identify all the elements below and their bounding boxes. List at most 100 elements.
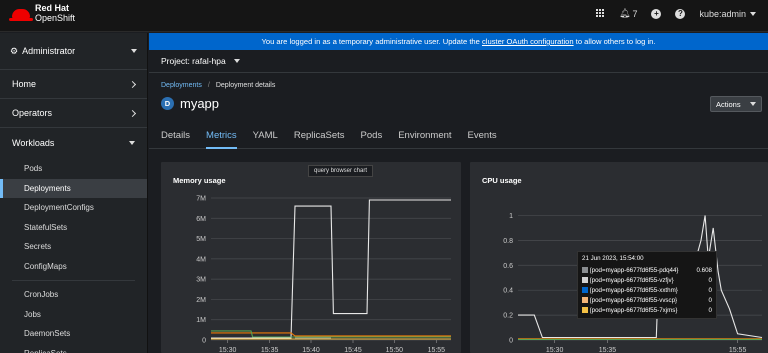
tab-replicasets[interactable]: ReplicaSets <box>294 124 345 149</box>
memory-usage-card: Memory usage query browser chart 0 1M 2M 3M… <box>161 162 461 353</box>
sidebar-item-cronjobs[interactable]: CronJobs <box>0 285 147 305</box>
breadcrumb: Deployments / Deployment details <box>161 82 275 89</box>
help-icon[interactable]: ? <box>675 8 686 19</box>
cpu-usage-card: CPU usage 0 0.2 0.4 0.6 0.8 1 15:30 15:35 15:55 … <box>470 162 768 353</box>
page-title: D myapp <box>161 96 219 111</box>
y-tick-label: 5M <box>196 236 206 243</box>
notifications-button[interactable]: 🔔︎ 7 <box>619 8 637 19</box>
sidebar-item-jobs[interactable]: Jobs <box>0 305 147 325</box>
sidebar-item-pods[interactable]: Pods <box>0 159 147 179</box>
x-tick-label: 15:30 <box>219 347 237 353</box>
tab-metrics[interactable]: Metrics <box>206 124 237 149</box>
sidebar-item-label: Home <box>12 79 37 89</box>
sidebar-item-configmaps[interactable]: ConfigMaps <box>0 257 147 277</box>
banner-text-end: to allow others to log in. <box>573 37 656 46</box>
series-line-1 <box>211 332 451 337</box>
brand-line1: Red Hat <box>35 3 70 13</box>
memory-usage-chart[interactable]: 0 1M 2M 3M 4M 5M 6M 7M 15:30 15:35 15:40 15:45 15:50… <box>161 162 461 353</box>
tooltip-row: {pod=myapp-6677fd6f55-pdq44} 0.608 <box>582 265 712 275</box>
user-menu[interactable]: kube:admin <box>699 9 756 19</box>
y-tick-label: 0 <box>509 338 513 345</box>
app-launcher-icon[interactable] <box>596 9 605 18</box>
actions-label: Actions <box>716 99 741 109</box>
x-tick-label: 15:55 <box>428 347 446 353</box>
sidebar-item-deploymentconfigs[interactable]: DeploymentConfigs <box>0 198 147 218</box>
sidebar-item-secrets[interactable]: Secrets <box>0 237 147 257</box>
tooltip-series-value: 0 <box>708 286 712 294</box>
tooltip-timestamp: 21 Jun 2023, 15:54:00 <box>582 255 644 262</box>
project-label: Project: rafal-hpa <box>161 56 226 66</box>
legend-swatch <box>582 267 588 273</box>
oauth-config-link[interactable]: cluster OAuth configuration <box>482 37 574 46</box>
project-selector[interactable]: Project: rafal-hpa <box>149 50 768 73</box>
x-tick-label: 15:55 <box>729 347 747 353</box>
tooltip-series-name: {pod=myapp-6677fd6f55-xxthm} <box>589 286 678 294</box>
notification-count: 7 <box>632 8 638 19</box>
brand-line2: OpenShift <box>35 13 76 23</box>
y-tick-label: 4M <box>196 256 206 263</box>
sidebar-item-operators[interactable]: Operators <box>0 99 147 128</box>
x-tick-label: 15:50 <box>386 347 404 353</box>
sidebar-item-label: Workloads <box>12 137 55 148</box>
tab-yaml[interactable]: YAML <box>253 124 278 149</box>
y-tick-label: 7M <box>196 196 206 203</box>
x-tick-label: 15:40 <box>302 347 320 353</box>
breadcrumb-deployments-link[interactable]: Deployments <box>161 82 202 89</box>
x-tick-label: 15:35 <box>599 347 617 353</box>
tooltip-row: {pod=myapp-6677fd6f55-vvscp} 0 <box>582 295 712 305</box>
y-tick-label: 0.2 <box>503 313 513 320</box>
y-tick-label: 3M <box>196 277 206 284</box>
y-tick-label: 1M <box>196 317 206 324</box>
temporary-admin-banner: You are logged in as a temporary adminis… <box>149 33 768 50</box>
y-tick-label: 0.8 <box>503 238 513 245</box>
legend-swatch <box>582 307 588 313</box>
tooltip-row: {pod=myapp-6677fd6f55-xxthm} 0 <box>582 285 712 295</box>
chevron-down-icon <box>131 49 137 53</box>
masthead: Red Hat OpenShift 🔔︎ 7 + ? kube:admin <box>0 0 768 32</box>
legend-swatch <box>582 287 588 293</box>
y-tick-label: 2M <box>196 297 206 304</box>
redhat-logo-icon <box>9 9 33 21</box>
brand-logo[interactable]: Red Hat OpenShift <box>9 3 76 23</box>
sidebar-item-home[interactable]: Home <box>0 70 147 99</box>
tooltip-row: {pod=myapp-6677fd6f55-7xjms} 0 <box>582 305 712 315</box>
bell-icon: 🔔︎ <box>619 8 631 18</box>
quick-create-icon[interactable]: + <box>651 8 662 19</box>
banner-text: You are logged in as a temporary adminis… <box>261 37 482 46</box>
perspective-switcher[interactable]: ⚙ Administrator <box>0 33 147 70</box>
chevron-down-icon <box>750 102 756 106</box>
chevron-right-icon <box>128 80 137 88</box>
tab-environment[interactable]: Environment <box>398 124 451 149</box>
sidebar-item-workloads[interactable]: Workloads <box>0 128 147 157</box>
legend-swatch <box>582 297 588 303</box>
actions-dropdown[interactable]: Actions <box>710 96 762 112</box>
tab-pods[interactable]: Pods <box>361 124 383 149</box>
y-tick-label: 6M <box>196 216 206 223</box>
perspective-label: Administrator <box>22 46 76 56</box>
chevron-down-icon <box>233 59 240 63</box>
legend-swatch <box>582 277 588 283</box>
tooltip-series-name: {pod=myapp-6677fd6f55-7xjms} <box>589 306 678 314</box>
breadcrumb-current: Deployment details <box>215 82 276 89</box>
tooltip-series-name: {pod=myapp-6677fd6f55-vvscp} <box>589 296 678 304</box>
tooltip-series-value: 0 <box>708 306 712 314</box>
sidebar-item-daemonsets[interactable]: DaemonSets <box>0 324 147 344</box>
chevron-down-icon <box>750 11 756 16</box>
x-tick-label: 15:30 <box>546 347 564 353</box>
tab-details[interactable]: Details <box>161 124 190 149</box>
cpu-chart-tooltip: 21 Jun 2023, 15:54:00 {pod=myapp-6677fd6… <box>577 251 717 319</box>
tab-events[interactable]: Events <box>468 124 497 149</box>
tooltip-series-name: {pod=myapp-6677fd6f55-vzfjv} <box>589 276 674 284</box>
tooltip-series-value: 0 <box>708 296 712 304</box>
sidebar-item-replicasets[interactable]: ReplicaSets <box>0 344 147 353</box>
x-tick-label: 15:35 <box>261 347 279 353</box>
x-tick-label: 15:45 <box>344 347 362 353</box>
sidebar-item-label: Operators <box>12 108 53 118</box>
tooltip-row: {pod=myapp-6677fd6f55-vzfjv} 0 <box>582 275 712 285</box>
tooltip-series-value: 0.608 <box>696 266 712 274</box>
sidebar-divider <box>12 280 135 281</box>
resource-name: myapp <box>180 96 220 111</box>
sidebar-item-statefulsets[interactable]: StatefulSets <box>0 218 147 238</box>
tooltip-series-value: 0 <box>708 276 712 284</box>
sidebar-item-deployments[interactable]: Deployments <box>0 178 147 198</box>
